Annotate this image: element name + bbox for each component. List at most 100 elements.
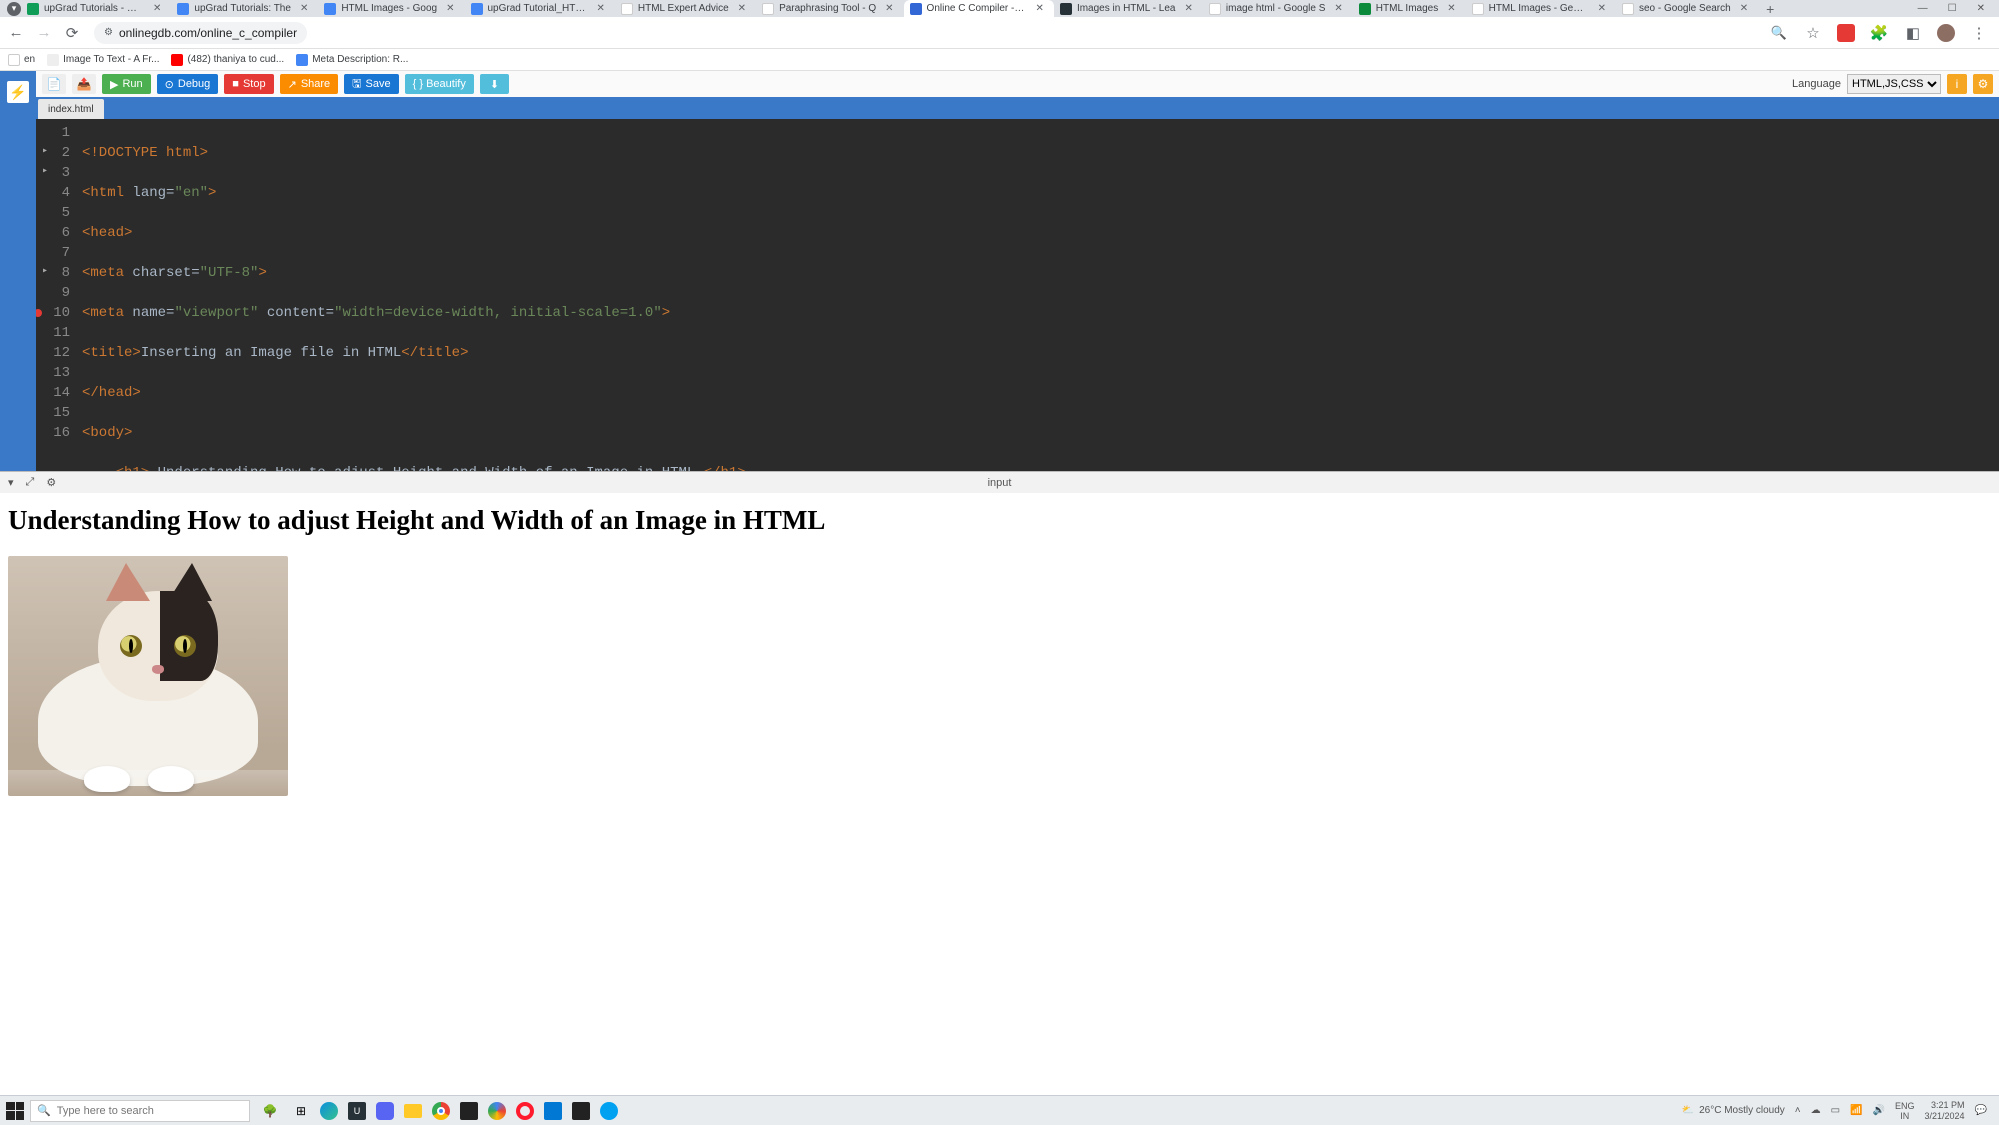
- taskbar-search[interactable]: 🔍 Type here to search: [30, 1100, 250, 1122]
- task-discord[interactable]: [374, 1100, 396, 1122]
- stop-button[interactable]: ■ Stop: [224, 74, 273, 94]
- bookmark-youtube[interactable]: (482) thaniya to cud...: [171, 54, 284, 66]
- tab-title: HTML Images: [1376, 3, 1438, 14]
- tab-search-dropdown[interactable]: ▾: [7, 2, 21, 16]
- browser-tab-7[interactable]: Images in HTML - Lea ✕: [1054, 0, 1203, 17]
- browser-tab-9[interactable]: HTML Images ✕: [1353, 0, 1466, 17]
- bookmark-meta-description[interactable]: Meta Description: R...: [296, 54, 408, 66]
- tray-language[interactable]: ENG IN: [1895, 1101, 1915, 1121]
- beautify-button[interactable]: { } Beautify: [405, 74, 474, 94]
- tray-onedrive-icon[interactable]: ☁: [1811, 1105, 1821, 1116]
- save-button[interactable]: 🖫 Save: [344, 74, 398, 94]
- task-chrome[interactable]: [430, 1100, 452, 1122]
- profile-avatar[interactable]: [1937, 24, 1955, 42]
- tray-notifications-icon[interactable]: 💬: [1975, 1105, 1987, 1116]
- task-vscode[interactable]: [542, 1100, 564, 1122]
- tray-battery-icon[interactable]: ▭: [1831, 1105, 1840, 1116]
- tab-close-icon[interactable]: ✕: [597, 3, 605, 14]
- url-box[interactable]: ⚙ onlinegdb.com/online_c_compiler: [94, 22, 307, 44]
- extensions-icon[interactable]: 🧩: [1869, 24, 1889, 42]
- browser-tab-6[interactable]: Online C Compiler - on✕: [904, 0, 1054, 17]
- new-file-button[interactable]: 📄: [42, 74, 66, 94]
- chrome-menu-icon[interactable]: ⋮: [1969, 24, 1989, 42]
- back-button[interactable]: ←: [6, 24, 26, 41]
- preview-image-cat: [8, 556, 288, 796]
- file-tab-index[interactable]: index.html: [38, 99, 104, 119]
- reload-button[interactable]: ⟳: [62, 24, 82, 42]
- browser-tab-1[interactable]: upGrad Tutorials: The✕: [171, 0, 318, 17]
- task-app-3[interactable]: [486, 1100, 508, 1122]
- tab-close-icon[interactable]: ✕: [446, 3, 454, 14]
- tray-volume-icon[interactable]: 🔊: [1873, 1105, 1885, 1116]
- tab-close-icon[interactable]: ✕: [885, 3, 893, 14]
- tab-close-icon[interactable]: ✕: [1185, 3, 1193, 14]
- collapse-io-icon[interactable]: ▾: [8, 476, 14, 489]
- zoom-icon[interactable]: 🔍: [1769, 25, 1789, 41]
- task-app-4[interactable]: [570, 1100, 592, 1122]
- tray-clock[interactable]: 3:21 PM 3/21/2024: [1925, 1100, 1965, 1122]
- onlinegdb-logo[interactable]: ⚡: [7, 81, 29, 103]
- expand-io-icon[interactable]: ⤢: [26, 476, 35, 489]
- tab-close-icon[interactable]: ✕: [738, 3, 746, 14]
- browser-tab-3[interactable]: upGrad Tutorial_HTML✕: [465, 0, 615, 17]
- browser-tab-4[interactable]: HTML Expert Advice ✕: [615, 0, 756, 17]
- task-app-1[interactable]: U: [346, 1100, 368, 1122]
- weather-widget[interactable]: ⛅ 26°C Mostly cloudy: [1682, 1105, 1785, 1116]
- browser-tab-5[interactable]: Paraphrasing Tool - Q✕: [756, 0, 903, 17]
- extension-icon-1[interactable]: [1837, 24, 1855, 42]
- tab-close-icon[interactable]: ✕: [1740, 3, 1748, 14]
- tab-close-icon[interactable]: ✕: [300, 3, 308, 14]
- browser-tab-2[interactable]: HTML Images - Goog✕: [318, 0, 464, 17]
- browser-tab-10[interactable]: HTML Images - Geeks✕: [1466, 0, 1616, 17]
- io-label: input: [988, 477, 1012, 489]
- io-settings-icon[interactable]: ⚙: [46, 476, 56, 489]
- tab-close-icon[interactable]: ✕: [1334, 3, 1342, 14]
- browser-tab-0[interactable]: upGrad Tutorials - Goo✕: [21, 0, 171, 17]
- new-tab-button[interactable]: +: [1766, 1, 1774, 17]
- browser-tab-8[interactable]: image html - Google S✕: [1203, 0, 1353, 17]
- task-explorer[interactable]: [402, 1100, 424, 1122]
- language-select[interactable]: HTML,JS,CSS: [1847, 74, 1941, 94]
- bookmarks-bar: en Image To Text - A Fr... (482) thaniya…: [0, 49, 1999, 71]
- task-app-2[interactable]: [458, 1100, 480, 1122]
- breakpoint-marker[interactable]: [36, 309, 42, 317]
- forward-button[interactable]: →: [34, 24, 54, 41]
- language-label: Language: [1792, 78, 1841, 90]
- code-content[interactable]: <!DOCTYPE html> <html lang="en"> <head> …: [76, 119, 1443, 471]
- maximize-button[interactable]: ☐: [1948, 3, 1957, 14]
- run-button[interactable]: ▶ Run: [102, 74, 151, 94]
- start-button[interactable]: [6, 1102, 24, 1120]
- settings-button[interactable]: ⚙: [1973, 74, 1993, 94]
- tab-title: Images in HTML - Lea: [1077, 3, 1176, 14]
- browser-tab-11[interactable]: seo - Google Search✕: [1616, 0, 1758, 17]
- weather-icon: ⛅: [1682, 1105, 1694, 1116]
- tab-close-icon[interactable]: ✕: [1598, 3, 1606, 14]
- info-button[interactable]: i: [1947, 74, 1967, 94]
- task-view-icon[interactable]: ⊞: [290, 1100, 312, 1122]
- tab-close-icon[interactable]: ✕: [1036, 3, 1044, 14]
- tab-close-icon[interactable]: ✕: [153, 3, 161, 14]
- task-tree-icon[interactable]: 🌳: [256, 1100, 284, 1122]
- bookmark-star-icon[interactable]: ☆: [1803, 24, 1823, 42]
- site-info-icon[interactable]: ⚙: [104, 27, 113, 38]
- close-window-button[interactable]: ✕: [1977, 3, 1985, 14]
- debug-button[interactable]: ⊙ Debug: [157, 74, 219, 94]
- bookmark-google-en[interactable]: en: [8, 54, 35, 66]
- task-opera[interactable]: [514, 1100, 536, 1122]
- share-button[interactable]: ↗ Share: [280, 74, 339, 94]
- ide-toolbar: 📄 📤 ▶ Run ⊙ Debug ■ Stop ↗ Share 🖫 Save …: [36, 71, 1999, 97]
- windows-taskbar: 🔍 Type here to search 🌳 ⊞ U ⛅ 26°C Mostl…: [0, 1095, 1999, 1125]
- code-editor[interactable]: 12▸3▸45678▸910111213141516 <!DOCTYPE htm…: [36, 119, 1999, 471]
- task-app-5[interactable]: [598, 1100, 620, 1122]
- tab-close-icon[interactable]: ✕: [1447, 3, 1455, 14]
- address-bar: ← → ⟳ ⚙ onlinegdb.com/online_c_compiler …: [0, 17, 1999, 49]
- side-panel-icon[interactable]: ◧: [1903, 24, 1923, 42]
- tray-wifi-icon[interactable]: 📶: [1850, 1105, 1862, 1116]
- tray-chevron-icon[interactable]: ˄: [1795, 1105, 1801, 1116]
- download-code-button[interactable]: ⬇: [480, 74, 509, 94]
- task-edge[interactable]: [318, 1100, 340, 1122]
- tab-title: HTML Expert Advice: [638, 3, 729, 14]
- minimize-button[interactable]: —: [1918, 3, 1928, 14]
- bookmark-image-to-text[interactable]: Image To Text - A Fr...: [47, 54, 159, 66]
- upload-button[interactable]: 📤: [72, 74, 96, 94]
